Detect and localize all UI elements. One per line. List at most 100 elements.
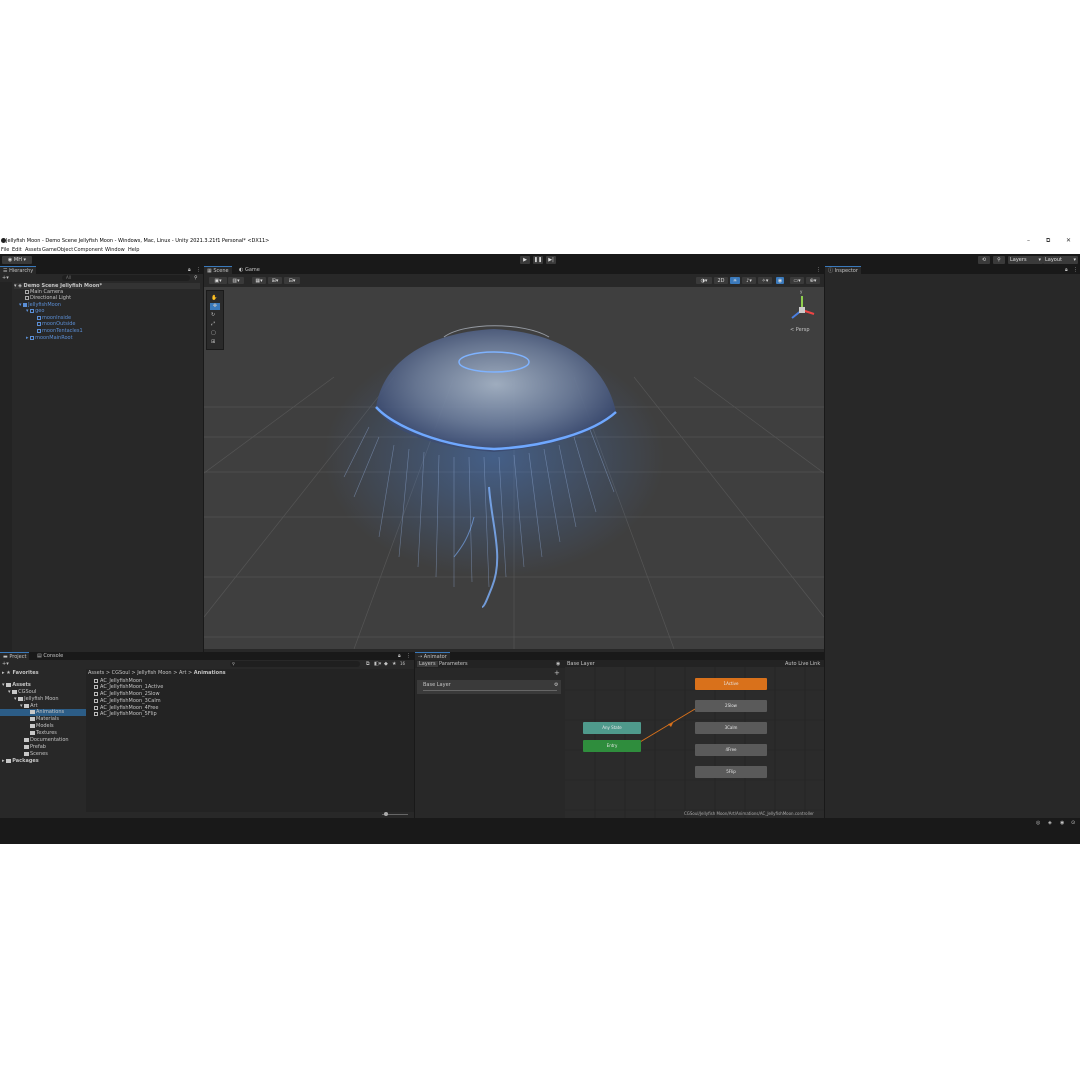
hand-tool-icon[interactable]: ✋ — [211, 295, 217, 301]
more-icon[interactable]: ⋮ — [816, 267, 821, 273]
hierarchy-item-directional-light[interactable]: Directional Light — [25, 295, 71, 301]
state-5flip[interactable]: 5Flip — [695, 766, 767, 778]
history-icon[interactable]: ⟲ — [978, 256, 990, 264]
tab-game[interactable]: ◐ Game — [236, 266, 263, 274]
project-search-input[interactable]: ⚲ — [230, 661, 360, 667]
tree-assets[interactable]: ▾ Assets — [2, 682, 31, 689]
lighting-icon[interactable]: ☀ — [730, 277, 740, 284]
state-3calm[interactable]: 3Calm — [695, 722, 767, 734]
state-4free[interactable]: 4Free — [695, 744, 767, 756]
tree-jellyfish-moon[interactable]: ▾ Jellyfish Moon — [14, 696, 59, 703]
tab-project[interactable]: ▬ Project — [0, 652, 30, 660]
favorite-icon[interactable]: ★ — [392, 661, 396, 667]
cache-icon[interactable]: ◈ — [1048, 820, 1052, 826]
tab-parameters[interactable]: Parameters — [439, 661, 468, 667]
lock-icon[interactable]: 🔒︎ — [188, 267, 191, 273]
menu-window[interactable]: Window — [105, 247, 125, 254]
tree-cgsoul[interactable]: ▾ CGSoul — [8, 689, 36, 696]
search-icon[interactable]: ⚲ — [993, 256, 1005, 264]
state-any-state[interactable]: Any State — [583, 722, 641, 734]
hidden-packages-count[interactable]: 16 — [400, 661, 405, 666]
breadcrumb-item[interactable]: Jellyfish Moon — [137, 670, 171, 676]
move-tool-icon[interactable]: ✥ — [210, 303, 220, 310]
menu-file[interactable]: File — [1, 247, 9, 254]
perspective-label[interactable]: < Persp — [790, 327, 810, 333]
settings-icon[interactable]: ⊙ — [1071, 820, 1075, 826]
tree-packages[interactable]: ▸ Packages — [2, 758, 39, 765]
file-item[interactable]: AC_JellyfishMoon_2Slow — [94, 691, 160, 698]
file-item[interactable]: AC_JellyfishMoon_5Flip — [94, 711, 157, 718]
play-button[interactable]: ▶ — [520, 256, 530, 264]
increment-dropdown[interactable]: ⊟▾ — [284, 277, 300, 284]
layer-row-base[interactable]: Base Layer ⚙ — [417, 680, 561, 694]
file-item[interactable]: AC_JellyfishMoon_3Calm — [94, 698, 161, 705]
more-icon[interactable]: ⋮ — [1073, 267, 1078, 273]
layers-dropdown[interactable]: Layers ▾ — [1008, 256, 1043, 264]
hierarchy-item-moonmainroot[interactable]: ▸ moonMainRoot — [26, 335, 73, 341]
tree-favorites[interactable]: ▸ ★ Favorites — [2, 670, 39, 677]
collab-icon[interactable]: ◉ — [1060, 820, 1064, 826]
draw-mode-dropdown[interactable]: ▣▾ — [209, 277, 227, 284]
hierarchy-item-geo[interactable]: ▾ geo — [26, 308, 44, 314]
account-dropdown[interactable]: ◉ MH ▾ — [2, 256, 32, 264]
gizmos-icon[interactable]: ⊕▾ — [806, 277, 820, 284]
type-filter-icon[interactable]: ◧▾ — [374, 661, 381, 667]
shading-dropdown[interactable]: ◑▾ — [696, 277, 712, 284]
breadcrumb-item[interactable]: Art — [179, 670, 186, 676]
breadcrumb-current[interactable]: Animations — [194, 670, 226, 676]
layer-weight-slider[interactable] — [423, 690, 557, 691]
scale-tool-icon[interactable]: ⤢ — [211, 321, 215, 327]
lock-icon[interactable]: 🔒︎ — [1065, 267, 1068, 273]
minimize-button[interactable]: – — [1027, 235, 1030, 247]
tree-animations[interactable]: Animations — [0, 709, 86, 716]
gizmo-toggle[interactable]: ▥▾ — [228, 277, 244, 284]
menu-edit[interactable]: Edit — [12, 247, 22, 254]
label-filter-icon[interactable]: ◆ — [384, 661, 388, 667]
slider-handle[interactable] — [384, 812, 388, 816]
tab-animator[interactable]: ⇢ Animator — [415, 652, 450, 660]
tree-documentation[interactable]: Documentation — [24, 737, 69, 744]
maximize-button[interactable]: ⧉ — [1046, 235, 1050, 247]
tab-inspector[interactable]: ⓘ Inspector — [825, 266, 861, 274]
transform-tool-icon[interactable]: ⊞ — [211, 339, 215, 345]
tree-models[interactable]: Models — [30, 723, 54, 730]
eye-icon[interactable]: ◉ — [556, 661, 560, 667]
pause-button[interactable]: ❚❚ — [533, 256, 543, 264]
add-icon[interactable]: +▾ — [2, 661, 9, 667]
lock-icon[interactable]: 🔒︎ — [398, 653, 401, 659]
tree-textures[interactable]: Textures — [30, 730, 57, 737]
tab-hierarchy[interactable]: ☰ Hierarchy — [0, 266, 37, 274]
more-icon[interactable]: ⋮ — [196, 267, 201, 273]
tab-console[interactable]: ▤ Console — [34, 652, 66, 660]
menu-assets[interactable]: Assets — [25, 247, 41, 254]
effects-icon[interactable]: ✧▾ — [758, 277, 772, 284]
hierarchy-item-moonoutside[interactable]: moonOutside — [37, 321, 75, 327]
scene-filter-icon[interactable]: ⧉ — [366, 661, 370, 667]
state-1active[interactable]: 1Active — [695, 678, 767, 690]
audio-icon[interactable]: ♪▾ — [742, 277, 756, 284]
more-icon[interactable]: ⋮ — [406, 653, 411, 659]
add-layer-icon[interactable]: + — [554, 669, 560, 677]
animator-graph[interactable]: Base Layer Auto Live Link 1Active 2Slow — [565, 660, 824, 818]
tab-layers[interactable]: Layers — [417, 661, 438, 667]
menu-gameobject[interactable]: GameObject — [42, 247, 73, 254]
tree-prefab[interactable]: Prefab — [24, 744, 46, 751]
grid-dropdown[interactable]: ▦▾ — [252, 277, 266, 284]
camera-icon[interactable]: ▭▾ — [790, 277, 804, 284]
search-icon[interactable]: ⚲ — [194, 275, 198, 281]
rotate-tool-icon[interactable]: ↻ — [211, 312, 215, 318]
rect-tool-icon[interactable]: ▢ — [211, 330, 216, 336]
tab-scene[interactable]: ▦ Scene — [204, 266, 232, 274]
breadcrumb-item[interactable]: CGSoul — [112, 670, 130, 676]
menu-component[interactable]: Component — [74, 247, 103, 254]
hierarchy-search-input[interactable]: All — [62, 275, 190, 281]
visibility-icon[interactable]: ◉ — [776, 277, 784, 284]
orientation-gizmo[interactable]: y — [784, 289, 820, 328]
tree-scenes[interactable]: Scenes — [24, 751, 48, 758]
file-item[interactable]: AC_JellyfishMoon_1Active — [94, 684, 163, 691]
hierarchy-item-moontentacles1[interactable]: moonTentacles1 — [37, 328, 83, 334]
scene-viewport[interactable]: ✋ ✥ ↻ ⤢ ▢ ⊞ y < Persp — [204, 287, 824, 649]
tree-materials[interactable]: Materials — [30, 716, 59, 723]
state-entry[interactable]: Entry — [583, 740, 641, 752]
state-2slow[interactable]: 2Slow — [695, 700, 767, 712]
